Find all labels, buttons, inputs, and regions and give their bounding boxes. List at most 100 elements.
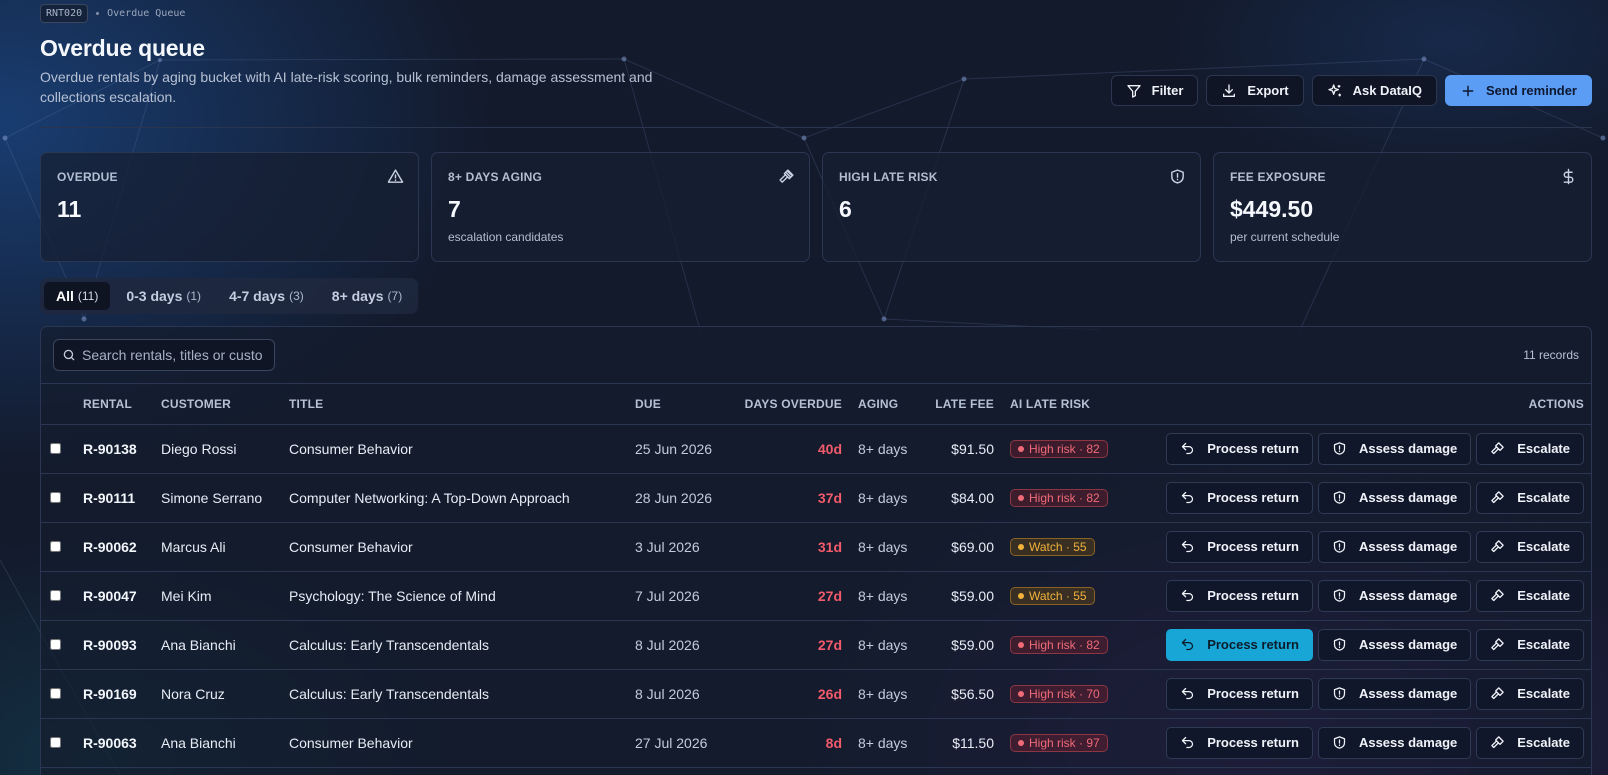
undo-icon: [1182, 589, 1194, 602]
table-row[interactable]: R-90063 Ana Bianchi Consumer Behavior 27…: [41, 718, 1591, 768]
process-return-button[interactable]: Process return: [1166, 432, 1313, 465]
assess-damage-button[interactable]: Assess damage: [1317, 677, 1472, 710]
alert-triangle-icon: [387, 169, 404, 183]
customer-name: Diego Rossi: [161, 440, 237, 457]
escalate-label: Escalate: [1517, 735, 1570, 750]
tab-4-7-days[interactable]: 4-7 days (3): [217, 282, 316, 310]
process-return-button[interactable]: Process return: [1166, 726, 1313, 759]
escalate-label: Escalate: [1517, 686, 1570, 701]
row-checkbox[interactable]: [50, 638, 61, 650]
row-actions: Process return Assess damage Escalate: [1166, 530, 1591, 563]
escalate-button[interactable]: Escalate: [1476, 677, 1584, 710]
risk-badge: High risk · 70: [1010, 684, 1108, 703]
process-return-button[interactable]: Process return: [1166, 677, 1313, 710]
due-date: 8 Jul 2026: [635, 685, 700, 702]
days-overdue: 27d: [817, 636, 842, 653]
header-due[interactable]: DUE: [635, 384, 735, 425]
rental-id[interactable]: R-90138: [83, 441, 137, 457]
assess-damage-button[interactable]: Assess damage: [1317, 579, 1472, 612]
table-row[interactable]: R-90138 Diego Rossi Consumer Behavior 25…: [41, 424, 1591, 474]
breadcrumb-code[interactable]: RNT020: [40, 4, 89, 23]
due-date: 28 Jun 2026: [635, 489, 713, 506]
process-return-button[interactable]: Process return: [1166, 579, 1313, 612]
tab-all[interactable]: All (11): [44, 282, 111, 310]
shield-alert-icon: [1333, 687, 1346, 700]
header-title[interactable]: TITLE: [289, 384, 635, 425]
search-input[interactable]: [82, 347, 262, 363]
row-actions: Process return Assess damage Escalate: [1166, 579, 1591, 612]
risk-dot: [1018, 739, 1024, 746]
tab-label: 0-3 days: [126, 288, 183, 304]
header-ai-late-risk[interactable]: AI LATE RISK: [1010, 397, 1090, 411]
rental-title: Psychology: The Science of Mind: [289, 587, 496, 604]
escalate-button[interactable]: Escalate: [1476, 628, 1584, 661]
filter-button[interactable]: Filter: [1110, 75, 1199, 106]
assess-damage-button[interactable]: Assess damage: [1317, 432, 1472, 465]
assess-damage-button[interactable]: Assess damage: [1317, 628, 1472, 661]
tab-8-plus-days[interactable]: 8+ days (7): [320, 282, 414, 310]
process-return-button[interactable]: Process return: [1166, 481, 1313, 514]
send-reminder-button[interactable]: Send reminder: [1444, 75, 1592, 106]
stat-card-high-risk: HIGH LATE RISK 6: [822, 152, 1201, 262]
escalate-button[interactable]: Escalate: [1476, 481, 1584, 514]
risk-label: High risk · 82: [1029, 441, 1100, 456]
escalate-label: Escalate: [1517, 441, 1570, 456]
stat-value: 7: [448, 196, 461, 222]
assess-damage-button[interactable]: Assess damage: [1317, 726, 1472, 759]
rental-id[interactable]: R-90063: [83, 735, 137, 751]
tab-count: (3): [289, 289, 304, 303]
row-checkbox[interactable]: [50, 540, 61, 552]
row-select-cell: [41, 620, 83, 670]
table-row[interactable]: R-90047 Mei Kim Psychology: The Science …: [41, 571, 1591, 621]
escalate-button[interactable]: Escalate: [1476, 579, 1584, 612]
risk-label: High risk · 82: [1029, 637, 1100, 652]
gavel-icon: [1491, 736, 1504, 749]
row-checkbox[interactable]: [50, 736, 61, 748]
stat-value: 6: [839, 196, 852, 222]
dollar-icon: [1563, 168, 1574, 185]
header-spacer: [994, 384, 1010, 425]
assess-damage-label: Assess damage: [1358, 588, 1458, 603]
header-aging[interactable]: AGING: [858, 384, 928, 425]
customer-name: Ana Bianchi: [161, 636, 236, 653]
escalate-label: Escalate: [1517, 539, 1570, 554]
rental-id[interactable]: R-90093: [83, 637, 137, 653]
escalate-button[interactable]: Escalate: [1476, 726, 1584, 759]
assess-damage-button[interactable]: Assess damage: [1317, 481, 1472, 514]
row-select-cell: [41, 669, 83, 719]
header-late-fee[interactable]: LATE FEE: [928, 384, 994, 425]
tab-count: (7): [387, 289, 403, 303]
row-checkbox[interactable]: [50, 589, 61, 601]
process-return-button[interactable]: Process return: [1166, 530, 1313, 563]
table-row[interactable]: R-90062 Marcus Ali Consumer Behavior 3 J…: [41, 522, 1591, 572]
process-return-button[interactable]: Process return: [1166, 628, 1313, 661]
search-icon: [63, 349, 75, 361]
ask-dataiq-button[interactable]: Ask DataIQ: [1311, 75, 1437, 106]
aging-bucket: 8+ days: [858, 489, 908, 506]
header-days-overdue[interactable]: DAYS OVERDUE: [735, 384, 842, 425]
tab-0-3-days[interactable]: 0-3 days (1): [114, 282, 213, 310]
aging-bucket: 8+ days: [858, 538, 908, 555]
assess-damage-button[interactable]: Assess damage: [1317, 530, 1472, 563]
escalate-button[interactable]: Escalate: [1476, 432, 1584, 465]
rental-id[interactable]: R-90047: [83, 588, 137, 604]
row-checkbox[interactable]: [50, 687, 61, 699]
stat-value: 11: [57, 196, 82, 222]
shield-alert-icon: [1333, 442, 1346, 455]
row-checkbox[interactable]: [50, 491, 61, 503]
shield-alert-icon: [1333, 638, 1346, 651]
row-checkbox[interactable]: [50, 442, 61, 454]
header-ai-risk-actions: AI LATE RISK ACTIONS: [1010, 384, 1591, 425]
rental-id[interactable]: R-90111: [83, 490, 135, 506]
rental-id[interactable]: R-90169: [83, 686, 137, 702]
header-customer[interactable]: CUSTOMER: [161, 384, 289, 425]
customer-name: Ana Bianchi: [161, 734, 236, 751]
table-row[interactable]: R-90111 Simone Serrano Computer Networki…: [41, 473, 1591, 523]
table-row[interactable]: R-90093 Ana Bianchi Calculus: Early Tran…: [41, 620, 1591, 670]
export-button[interactable]: Export: [1206, 75, 1304, 106]
rental-id[interactable]: R-90062: [83, 539, 137, 555]
escalate-label: Escalate: [1517, 490, 1570, 505]
table-row[interactable]: R-90169 Nora Cruz Calculus: Early Transc…: [41, 669, 1591, 719]
header-rental[interactable]: RENTAL: [83, 384, 161, 425]
escalate-button[interactable]: Escalate: [1476, 530, 1584, 563]
